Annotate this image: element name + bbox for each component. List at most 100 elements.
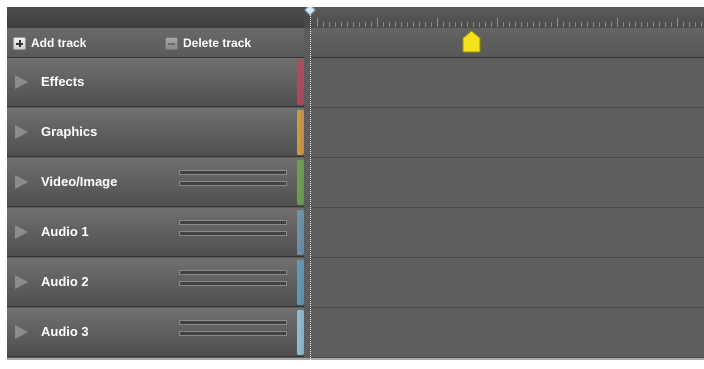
ruler-tick [443,22,444,27]
ruler-tick [389,22,390,27]
ruler-tick [647,22,648,27]
track-header-effects[interactable]: Effects [7,58,304,107]
ruler-tick [551,22,552,27]
track-color-strip [297,310,304,355]
ruler-tick [371,22,372,27]
track-label: Effects [41,74,85,89]
track-label: Audio 2 [41,274,89,289]
track-lane-video-image[interactable] [311,158,704,208]
ruler-tick [467,22,468,27]
ruler-tick [623,22,624,27]
ruler-tick [413,22,414,27]
ruler-tick [497,18,498,27]
ruler-tick [611,22,612,27]
ruler-tick [593,22,594,27]
track-lane-audio-3[interactable] [311,308,704,358]
ruler-tick [683,22,684,27]
ruler-tick [419,22,420,27]
ruler-tick [587,22,588,27]
ruler-tick [545,22,546,27]
track-header-audio-1[interactable]: Audio 1 [7,208,304,257]
ruler-tick [659,22,660,27]
ruler-tick [341,22,342,27]
triangle-right-icon[interactable] [15,125,28,139]
level-meter-right [179,281,287,286]
ruler-tick [533,22,534,27]
ruler-tick [365,22,366,27]
ruler-tick [491,22,492,27]
ruler-tick [377,18,378,27]
track-header-audio-2[interactable]: Audio 2 [7,258,304,307]
track-label: Video/Image [41,174,118,189]
ruler-tick [335,22,336,27]
ruler-tick [539,22,540,27]
ruler-left-spacer [7,7,304,28]
ruler-tick [521,22,522,27]
ruler-tick [425,22,426,27]
level-meter-left [179,170,287,175]
track-color-strip [297,60,304,105]
triangle-right-icon[interactable] [15,75,28,89]
ruler-tick [317,18,318,27]
ruler-tick [671,22,672,27]
add-track-label: Add track [31,36,87,50]
plus-icon [13,36,26,50]
ruler-tick [599,22,600,27]
ruler-tick [455,22,456,27]
level-meter-right [179,231,287,236]
add-track-button[interactable]: Add track [13,35,86,51]
ruler-tick [401,22,402,27]
track-label: Audio 3 [41,324,89,339]
ruler-tick [575,22,576,27]
timeline-editor: Add track Delete track Effects Graphics … [7,7,704,360]
triangle-right-icon[interactable] [15,175,28,189]
ruler-tick [395,22,396,27]
time-ruler[interactable] [311,7,704,28]
ruler-tick [635,22,636,27]
track-lane-audio-1[interactable] [311,208,704,258]
ruler-tick [485,22,486,27]
ruler-tick [605,22,606,27]
ruler-tick [407,22,408,27]
ruler-tick [569,22,570,27]
ruler-tick [563,22,564,27]
playhead-line [310,7,311,360]
ruler-tick [557,18,558,27]
ruler-tick [695,22,696,27]
ruler-tick [653,22,654,27]
track-color-strip [297,110,304,155]
playhead-marker-icon[interactable] [462,30,481,53]
delete-track-button[interactable]: Delete track [165,35,251,51]
track-header-audio-3[interactable]: Audio 3 [7,308,304,357]
ruler-tick [503,22,504,27]
triangle-right-icon[interactable] [15,275,28,289]
ruler-tick [359,22,360,27]
track-lane-graphics[interactable] [311,108,704,158]
triangle-right-icon[interactable] [15,225,28,239]
timeline-marker-lane[interactable] [311,28,704,58]
marker-shape [462,30,481,53]
ruler-tick [329,22,330,27]
track-header-video-image[interactable]: Video/Image [7,158,304,207]
track-color-strip [297,260,304,305]
track-lane-audio-2[interactable] [311,258,704,308]
track-color-strip [297,160,304,205]
level-meter-left [179,220,287,225]
ruler-tick [581,22,582,27]
ruler-tick [449,22,450,27]
track-lane-effects[interactable] [311,58,704,108]
ruler-tick [677,18,678,27]
track-toolbar: Add track Delete track [7,28,304,58]
ruler-tick [461,22,462,27]
track-label: Graphics [41,124,98,139]
triangle-right-icon[interactable] [15,325,28,339]
delete-track-label: Delete track [183,36,252,50]
ruler-tick [347,22,348,27]
track-header-graphics[interactable]: Graphics [7,108,304,157]
ruler-tick [701,22,702,27]
horizontal-scrollbar[interactable] [7,358,704,360]
ruler-tick [689,22,690,27]
ruler-tick [617,18,618,27]
ruler-bar [7,7,704,28]
track-color-strip [297,210,304,255]
